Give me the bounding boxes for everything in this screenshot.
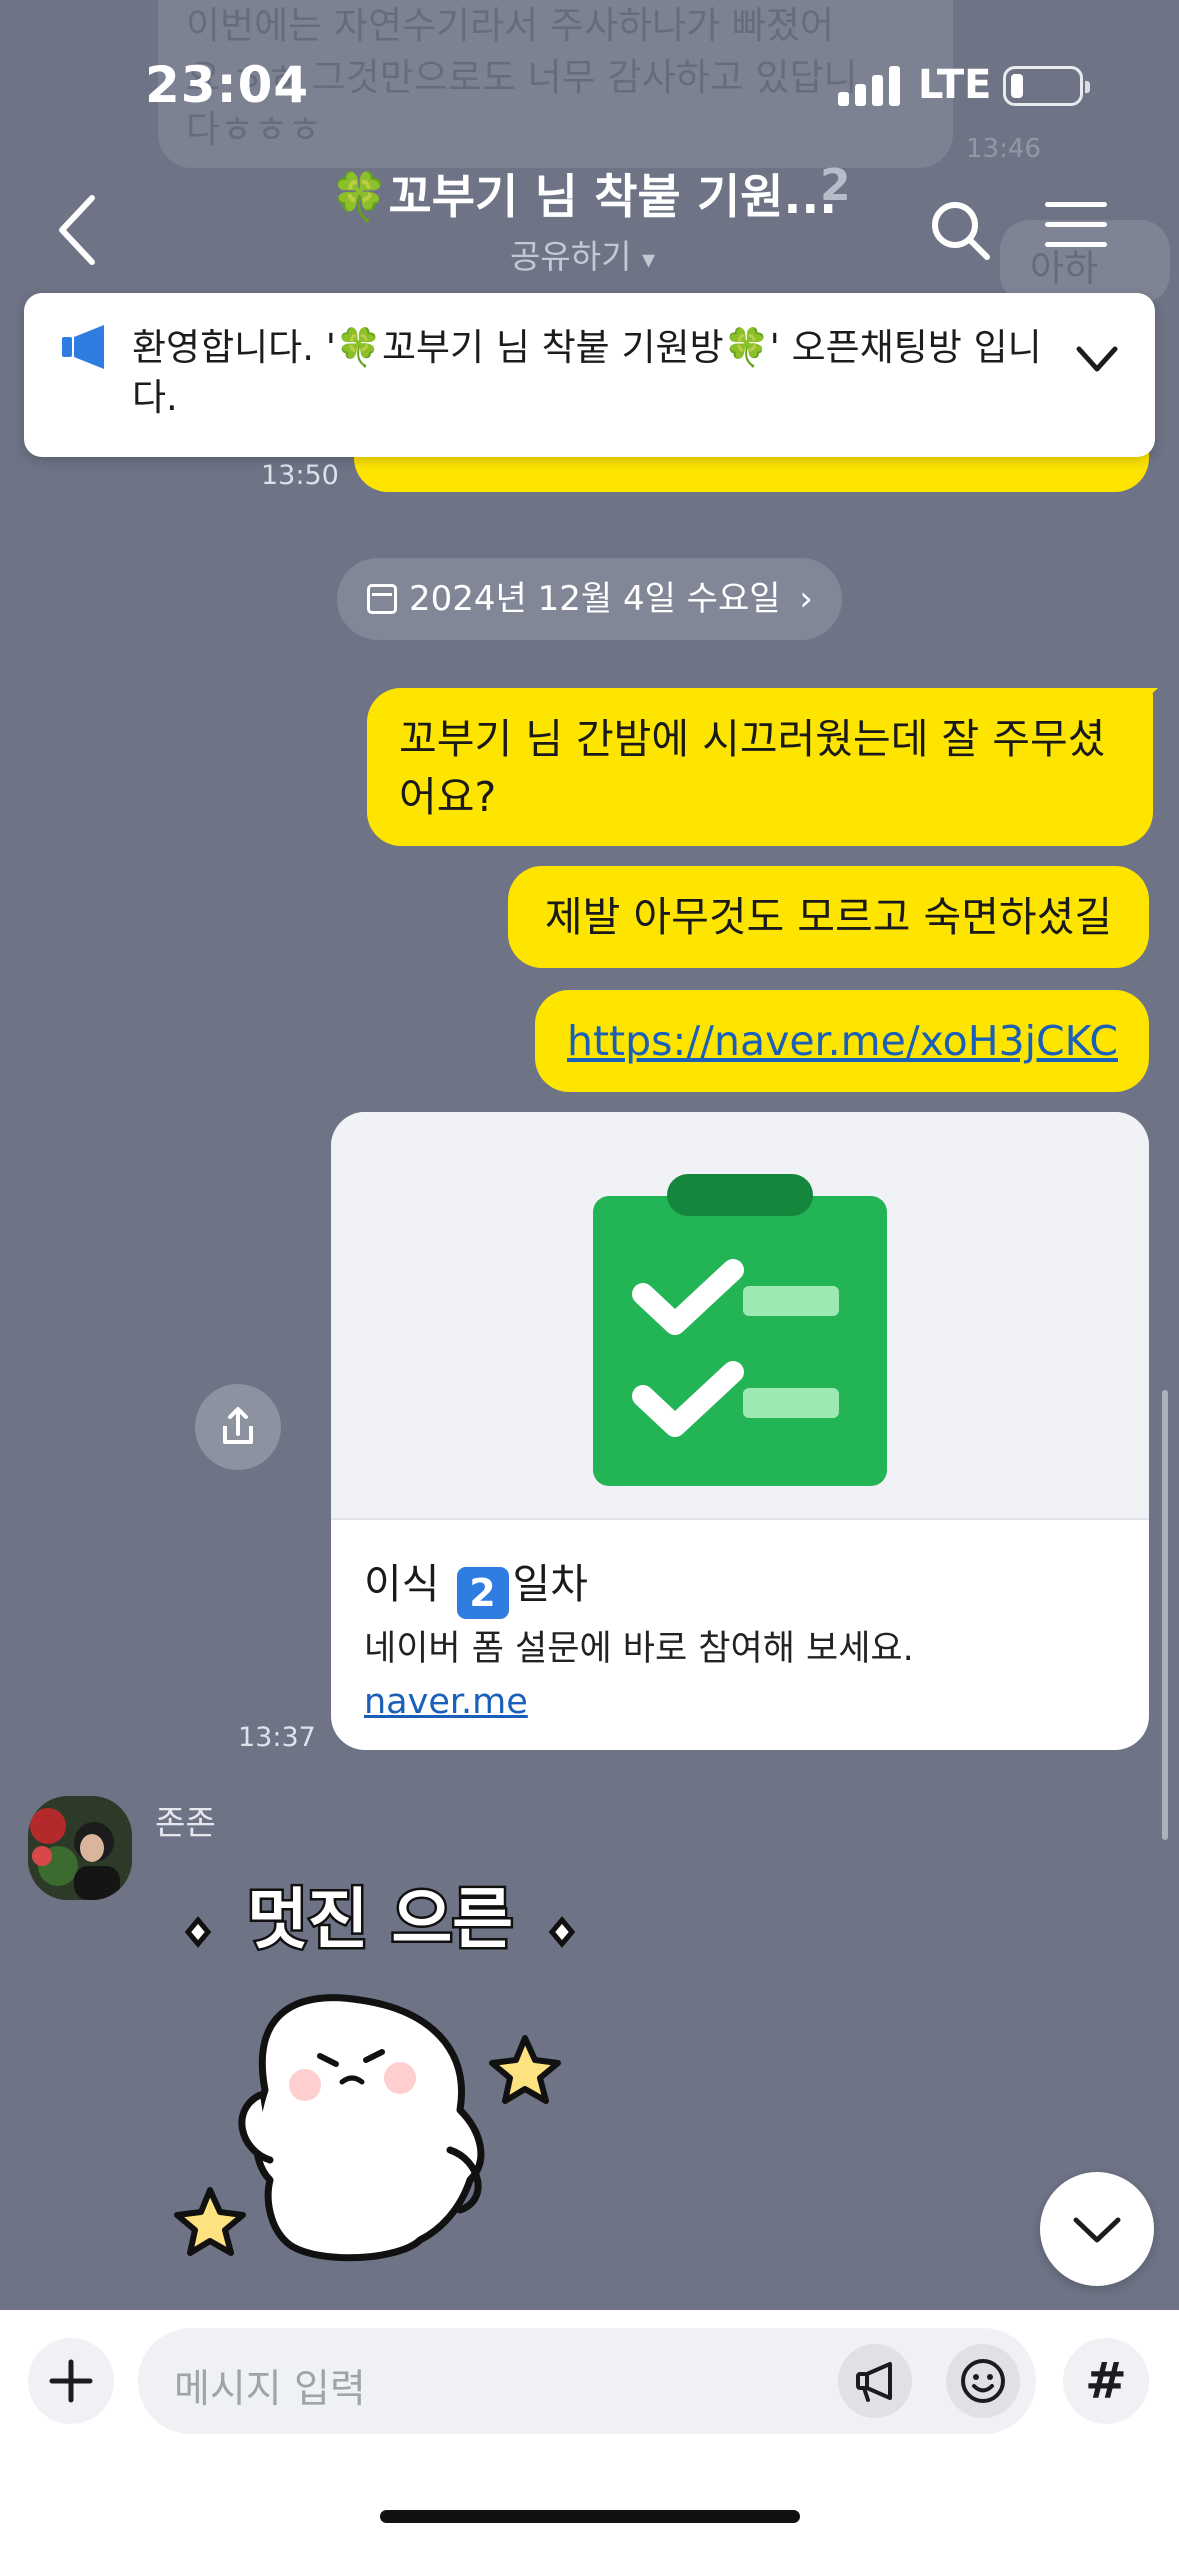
clipboard-check-icon: [593, 1174, 887, 1486]
my-message-bubble[interactable]: 제발 아무것도 모르고 숙면하셨길: [508, 866, 1149, 968]
battery-icon: [1003, 66, 1090, 106]
network-label: LTE: [918, 62, 992, 108]
chevron-right-icon: ›: [799, 579, 813, 619]
back-button[interactable]: [50, 190, 110, 270]
calendar-icon: [367, 584, 397, 614]
smiley-icon: [961, 2359, 1005, 2403]
message-time: 13:50: [261, 460, 339, 491]
share-label: 공유하기: [510, 237, 632, 276]
sticker-text: 멋진 으른: [247, 1881, 513, 1958]
hashtag-button[interactable]: #: [1063, 2338, 1149, 2424]
message-input-placeholder: 메시지 입력: [174, 2367, 366, 2412]
chevron-left-icon: [59, 195, 95, 265]
message-time: 13:37: [238, 1722, 316, 1753]
link-preview-card[interactable]: 이식 2 일차 네이버 폼 설문에 바로 참여해 보세요. naver.me: [331, 1112, 1149, 1750]
message-link[interactable]: https://naver.me/xoH3jCKC: [567, 1017, 1118, 1065]
my-message-bubble[interactable]: https://naver.me/xoH3jCKC: [535, 990, 1149, 1092]
link-domain[interactable]: naver.me: [364, 1682, 528, 1722]
link-description: 네이버 폼 설문에 바로 참여해 보세요.: [364, 1629, 914, 1669]
sticker-image: 멋진 으른: [174, 1879, 576, 2262]
share-dropdown[interactable]: 공유하기 ▾: [510, 230, 655, 278]
status-time: 23:04: [145, 56, 310, 114]
home-indicator: [380, 2510, 800, 2523]
room-title-text: 꼬부기 님 착붙 기원...: [388, 170, 838, 225]
message-composer: 메시지 입력 #: [0, 2310, 1179, 2556]
megaphone-icon: [62, 325, 104, 369]
background-message-time: 13:46: [966, 134, 1041, 164]
member-count: 2: [820, 160, 851, 211]
menu-icon-bar: [1045, 242, 1107, 247]
announce-button[interactable]: [838, 2344, 912, 2418]
signal-icon: [838, 64, 900, 106]
plus-icon: [49, 2359, 93, 2403]
chevron-down-icon: [1073, 2217, 1121, 2243]
share-message-button[interactable]: [195, 1384, 281, 1470]
emoticon-button[interactable]: [946, 2344, 1020, 2418]
keycap-two-icon: 2: [456, 1567, 509, 1619]
date-label: 2024년 12월 4일 수요일: [409, 579, 781, 619]
link-title-suffix: 일차: [512, 1560, 588, 1608]
notice-banner[interactable]: 환영합니다. '🍀꼬부기 님 착붙 기원방🍀' 오픈채팅방 입니다.: [24, 293, 1155, 457]
attach-button[interactable]: [28, 2338, 114, 2424]
menu-button[interactable]: [1045, 200, 1107, 250]
megaphone-icon: [856, 2362, 892, 2402]
menu-icon: [1045, 202, 1107, 207]
message-input[interactable]: 메시지 입력: [138, 2328, 1036, 2434]
chevron-down-icon[interactable]: [1069, 331, 1125, 387]
search-button[interactable]: [925, 195, 997, 267]
avatar[interactable]: [28, 1796, 132, 1900]
clover-emoji: 🍀: [330, 170, 389, 225]
share-icon: [223, 1407, 253, 1444]
sender-name: 존존: [155, 1803, 216, 1842]
link-preview-image: [331, 1112, 1149, 1520]
sticker[interactable]: 멋진 으른: [170, 1860, 590, 2290]
avatar-image: [28, 1796, 132, 1900]
search-icon: [932, 202, 990, 260]
scrollbar[interactable]: [1162, 1390, 1168, 1840]
my-message-bubble[interactable]: 꼬부기 님 간밤에 시끄러웠는데 잘 주무셨어요?: [367, 688, 1153, 846]
link-title: 이식 2 일차: [364, 1550, 588, 1619]
menu-icon-bar: [1045, 222, 1107, 227]
link-title-prefix: 이식: [364, 1560, 440, 1608]
background-message-line: 이번에는 자연수기라서 주사하나가 빠졌어: [186, 4, 835, 47]
room-title: 🍀꼬부기 님 착붙 기원...: [330, 158, 870, 227]
date-divider[interactable]: 2024년 12월 4일 수요일 ›: [337, 558, 842, 640]
notice-text: 환영합니다. '🍀꼬부기 님 착붙 기원방🍀' 오픈채팅방 입니다.: [132, 326, 1042, 419]
caret-down-icon: ▾: [641, 245, 656, 275]
scroll-to-bottom-button[interactable]: [1040, 2172, 1154, 2286]
